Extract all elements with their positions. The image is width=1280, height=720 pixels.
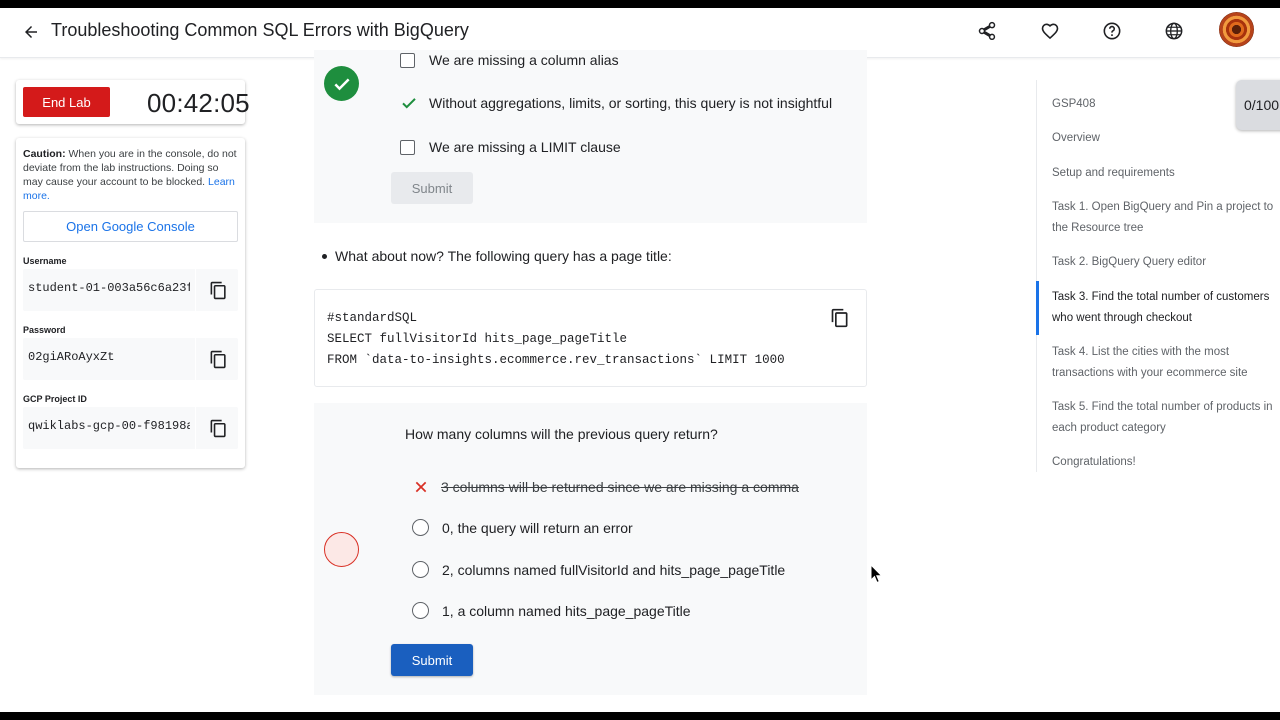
project-id-value[interactable]: qwiklabs-gcp-00-f98198ae <box>28 419 190 433</box>
project-id-field: qwiklabs-gcp-00-f98198ae <box>23 407 238 449</box>
share-icon[interactable] <box>974 18 1000 44</box>
quiz-option-wrong[interactable]: 3 columns will be returned since we are … <box>412 478 799 496</box>
password-label: Password <box>23 325 66 335</box>
open-google-console-button[interactable]: Open Google Console <box>23 211 238 242</box>
toc-item-overview[interactable]: Overview <box>1052 128 1274 149</box>
field-divider <box>195 338 196 380</box>
quiz-option[interactable]: We are missing a LIMIT clause <box>400 139 621 155</box>
toc-item-task-4[interactable]: Task 4. List the cities with the most tr… <box>1052 342 1274 384</box>
quiz-option[interactable]: 0, the query will return an error <box>412 519 633 536</box>
quiz-option[interactable]: 1, a column named hits_page_pageTitle <box>412 602 691 619</box>
heart-icon[interactable] <box>1037 18 1063 44</box>
toc-item-congratulations[interactable]: Congratulations! <box>1052 452 1274 473</box>
instruction-bullet: What about now? The following query has … <box>322 248 672 264</box>
lab-timer: 00:42:05 <box>147 88 250 118</box>
code-line: #standardSQL <box>327 311 418 325</box>
x-mark-icon <box>412 478 430 496</box>
option-label: We are missing a column alias <box>429 52 619 68</box>
quiz-option[interactable]: 2, columns named fullVisitorId and hits_… <box>412 561 785 578</box>
code-block: #standardSQL SELECT fullVisitorId hits_p… <box>314 289 867 387</box>
quiz-option-correct[interactable]: Without aggregations, limits, or sorting… <box>400 94 832 112</box>
toc-item-task-3[interactable]: Task 3. Find the total number of custome… <box>1052 287 1274 329</box>
field-divider <box>195 269 196 311</box>
copy-icon[interactable] <box>207 417 229 439</box>
submit-button[interactable]: Submit <box>391 644 473 676</box>
instruction-text: What about now? The following query has … <box>335 248 672 264</box>
lab-timer-card: End Lab 00:42:05 <box>16 80 250 124</box>
field-divider <box>195 407 196 449</box>
submit-button-disabled[interactable]: Submit <box>391 172 473 204</box>
password-field: 02giARoAyxZt <box>23 338 238 380</box>
option-label: 0, the query will return an error <box>442 519 633 536</box>
caution-label: Caution: <box>23 148 66 160</box>
bullet-dot <box>322 253 327 259</box>
table-of-contents: GSP408 Overview Setup and requirements T… <box>1036 80 1280 472</box>
help-icon[interactable] <box>1099 18 1125 44</box>
credentials-card: Caution: When you are in the console, do… <box>16 138 245 468</box>
score-badge: 0/100 <box>1236 80 1280 130</box>
copy-icon[interactable] <box>207 348 229 370</box>
radio-button[interactable] <box>412 602 429 619</box>
option-label: 1, a column named hits_page_pageTitle <box>442 602 691 619</box>
option-label: We are missing a LIMIT clause <box>429 139 621 155</box>
toc-active-indicator <box>1036 281 1039 335</box>
checkbox[interactable] <box>400 52 415 68</box>
checkbox[interactable] <box>400 139 415 155</box>
copy-icon[interactable] <box>829 307 851 329</box>
radio-button[interactable] <box>412 519 429 536</box>
page: Troubleshooting Common SQL Errors with B… <box>0 8 1280 712</box>
username-value[interactable]: student-01-003a56c6a23f <box>28 281 190 295</box>
toc-item-task-2[interactable]: Task 2. BigQuery Query editor <box>1052 252 1274 273</box>
option-label: 3 columns will be returned since we are … <box>441 479 799 495</box>
globe-icon[interactable] <box>1161 18 1187 44</box>
project-id-label: GCP Project ID <box>23 394 87 404</box>
username-field: student-01-003a56c6a23f <box>23 269 238 311</box>
toc-item-setup[interactable]: Setup and requirements <box>1052 163 1274 184</box>
incorrect-status-icon <box>324 532 359 567</box>
mouse-cursor-icon <box>870 563 884 584</box>
checkmark-icon <box>400 94 418 112</box>
toc-item-task-5[interactable]: Task 5. Find the total number of product… <box>1052 397 1274 439</box>
arrow-left-icon[interactable] <box>18 19 44 45</box>
radio-button[interactable] <box>412 561 429 578</box>
username-label: Username <box>23 256 67 266</box>
avatar[interactable] <box>1219 12 1254 47</box>
correct-status-icon <box>324 66 359 101</box>
caution-text: Caution: When you are in the console, do… <box>23 147 239 203</box>
code-line: FROM `data-to-insights.ecommerce.rev_tra… <box>327 353 785 367</box>
quiz-option[interactable]: We are missing a column alias <box>400 52 619 68</box>
code-line: SELECT fullVisitorId hits_page_pageTitle <box>327 332 628 346</box>
option-label: Without aggregations, limits, or sorting… <box>429 95 833 111</box>
page-title: Troubleshooting Common SQL Errors with B… <box>51 20 469 40</box>
copy-icon[interactable] <box>207 279 229 301</box>
option-label: 2, columns named fullVisitorId and hits_… <box>442 561 786 578</box>
toc-item-task-1[interactable]: Task 1. Open BigQuery and Pin a project … <box>1052 197 1274 239</box>
password-value[interactable]: 02giARoAyxZt <box>28 350 190 364</box>
end-lab-button[interactable]: End Lab <box>23 87 110 117</box>
question-prompt: How many columns will the previous query… <box>405 426 718 442</box>
